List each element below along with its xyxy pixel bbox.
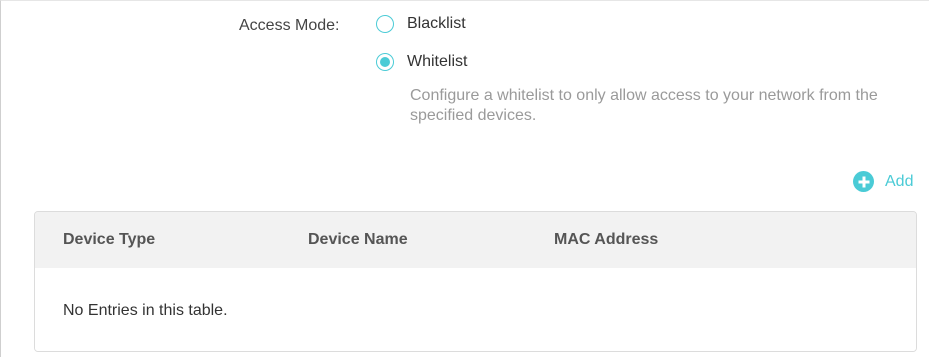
blacklist-radio-label: Blacklist (407, 15, 466, 32)
empty-table-message: No Entries in this table. (63, 302, 228, 319)
access-control-panel: Access Mode: Blacklist Whitelist Configu… (0, 0, 929, 357)
plus-circle-icon[interactable] (853, 171, 874, 192)
whitelist-radio-label: Whitelist (407, 53, 468, 70)
add-button[interactable]: Add (853, 171, 913, 192)
blacklist-radio-option[interactable]: Blacklist (376, 15, 466, 33)
radio-selected-dot (380, 57, 390, 67)
whitelist-description: Configure a whitelist to only allow acce… (410, 87, 878, 124)
access-mode-label: Access Mode: (239, 17, 340, 34)
device-table: Device Type Device Name MAC Address No E… (34, 211, 917, 352)
table-body: No Entries in this table. (35, 268, 916, 351)
column-header-device-name[interactable]: Device Name (308, 231, 408, 249)
column-header-mac-address[interactable]: MAC Address (554, 231, 658, 249)
whitelist-radio-button[interactable] (376, 53, 394, 71)
whitelist-radio-option[interactable]: Whitelist (376, 53, 467, 71)
blacklist-radio-button[interactable] (376, 15, 394, 33)
add-button-label: Add (885, 172, 914, 190)
table-header: Device Type Device Name MAC Address (35, 212, 916, 268)
column-header-device-type[interactable]: Device Type (63, 231, 155, 249)
